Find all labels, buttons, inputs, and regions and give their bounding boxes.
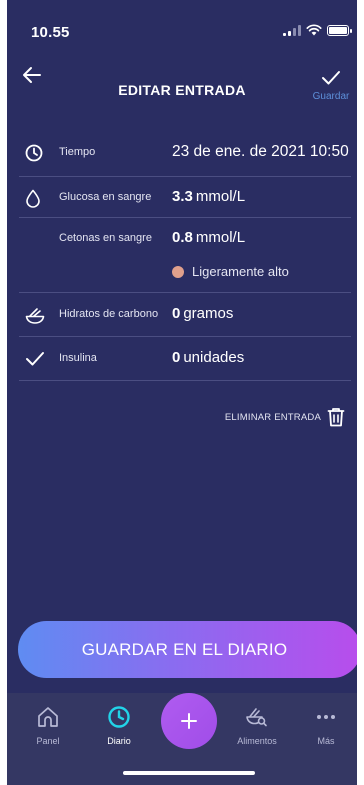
signal-icon (283, 24, 301, 36)
tab-panel-label: Panel (36, 736, 60, 746)
insulina-number: 0 (172, 349, 181, 366)
clock-icon (25, 144, 43, 162)
row-tiempo[interactable]: Tiempo 23 de ene. de 2021 10:50 (19, 128, 351, 177)
row-hidratos[interactable]: Hidratos de carbono 0 gramos (19, 293, 351, 337)
save-to-diary-label: GUARDAR EN EL DIARIO (81, 639, 288, 659)
insulina-value: 0 unidades (172, 349, 244, 366)
delete-entry-label: ELIMINAR ENTRADA (224, 411, 321, 423)
trash-icon (327, 408, 345, 427)
hidratos-unit: gramos (183, 305, 234, 322)
status-dot-icon (172, 265, 184, 278)
more-icon (317, 715, 335, 719)
tab-bar: Panel Diario Alimentos Más (7, 693, 357, 785)
tab-diario[interactable]: Diario (89, 705, 149, 746)
glucosa-unit: mmol/L (195, 188, 246, 205)
row-insulina[interactable]: Insulina 0 unidades (19, 337, 351, 381)
page-title: EDITAR ENTRADA (118, 82, 246, 98)
tiempo-value: 23 de ene. de 2021 10:50 (172, 143, 349, 160)
add-entry-button[interactable] (161, 693, 217, 749)
plus-icon (181, 713, 197, 729)
glucosa-number: 3.3 (172, 188, 193, 205)
tab-mas[interactable]: Más (296, 705, 356, 746)
home-icon (38, 707, 58, 727)
save-to-diary-button[interactable]: GUARDAR EN EL DIARIO (18, 621, 357, 678)
home-indicator (123, 771, 255, 775)
glucosa-value: 3.3 mmol/L (172, 188, 245, 205)
check-icon (26, 352, 44, 366)
tab-alimentos-label: Alimentos (237, 736, 277, 746)
hidratos-value: 0 gramos (172, 305, 233, 322)
delete-entry-button[interactable]: ELIMINAR ENTRADA (225, 407, 345, 427)
cetonas-status: Ligeramente alto (172, 264, 289, 279)
cetonas-unit: mmol/L (195, 229, 246, 246)
tiempo-label: Tiempo (59, 146, 96, 158)
check-icon (322, 71, 340, 85)
food-search-icon (246, 708, 267, 727)
cetonas-label: Cetonas en sangre (59, 232, 152, 244)
save-header-label: Guardar (312, 91, 350, 102)
tab-diario-label: Diario (107, 736, 131, 746)
cetonas-status-text: Ligeramente alto (192, 264, 289, 279)
status-icons (283, 24, 352, 36)
bowl-icon (25, 308, 45, 324)
insulina-unit: unidades (183, 349, 245, 366)
hidratos-number: 0 (172, 305, 181, 322)
insulina-label: Insulina (59, 352, 97, 364)
status-time: 10.55 (31, 24, 70, 41)
row-glucosa[interactable]: Glucosa en sangre 3.3 mmol/L (19, 177, 351, 218)
battery-icon (327, 24, 352, 36)
cetonas-number: 0.8 (172, 229, 193, 246)
row-cetonas[interactable]: Cetonas en sangre 0.8 mmol/L Ligeramente … (19, 218, 351, 293)
glucosa-label: Glucosa en sangre (59, 191, 152, 203)
app-screen: 10.55 EDITAR ENTRADA Guardar Tiempo 23 d (7, 0, 357, 785)
wifi-icon (306, 24, 322, 36)
drop-icon (26, 189, 40, 208)
save-header-button[interactable]: Guardar (311, 70, 351, 102)
cetonas-value: 0.8 mmol/L (172, 229, 245, 246)
tab-mas-label: Más (317, 736, 335, 746)
entry-form: Tiempo 23 de ene. de 2021 10:50 Glucosa … (19, 128, 351, 381)
hidratos-label: Hidratos de carbono (59, 308, 159, 320)
clock-icon (108, 706, 130, 728)
tab-panel[interactable]: Panel (18, 705, 78, 746)
tab-alimentos[interactable]: Alimentos (227, 705, 287, 746)
